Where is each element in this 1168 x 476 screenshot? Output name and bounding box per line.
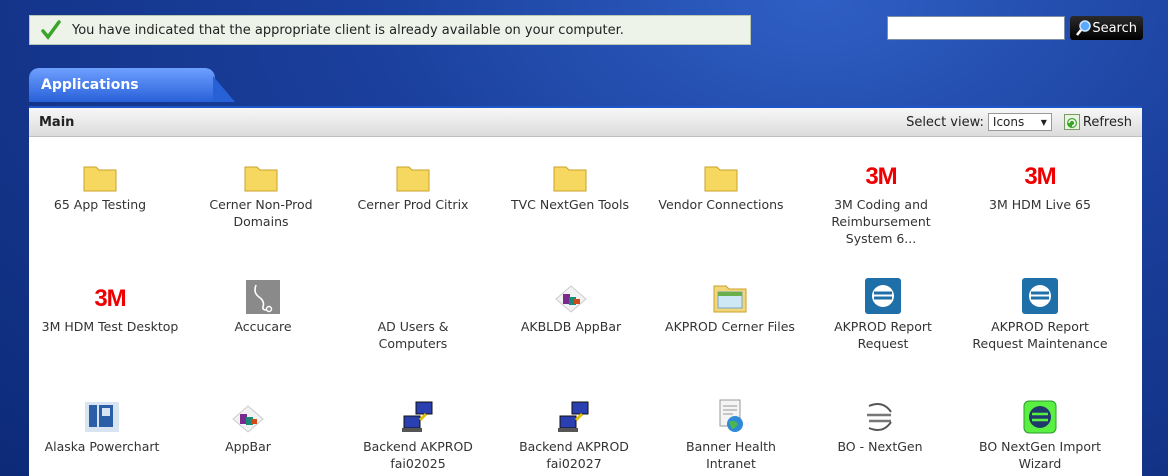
refresh-button[interactable]: Refresh bbox=[1063, 114, 1132, 130]
refresh-icon bbox=[1063, 114, 1080, 130]
select-view-dropdown[interactable]: Icons ▼ bbox=[987, 113, 1052, 131]
app-alaska-powerchart[interactable]: Alaska Powerchart bbox=[32, 398, 172, 455]
app-backend-akprod-fai02025[interactable]: Backend AKPROD fai02025 bbox=[348, 398, 488, 472]
network-computers-icon bbox=[558, 401, 589, 432]
panel-title: Main bbox=[39, 114, 75, 130]
app-cerner-non-prod-domains[interactable]: Cerner Non-Prod Domains bbox=[191, 156, 331, 230]
app-label: 3M Coding and Reimbursement System 6... bbox=[831, 197, 931, 246]
intranet-globe-icon bbox=[719, 399, 743, 432]
app-bo-nextgen-import-wizard[interactable]: BO NextGen Import Wizard bbox=[970, 398, 1110, 472]
report-icon bbox=[865, 278, 901, 314]
folder-icon bbox=[704, 166, 738, 192]
dropdown-arrow-icon: ▼ bbox=[1040, 117, 1047, 127]
search-button-label: Search bbox=[1092, 20, 1137, 36]
search-icon bbox=[1076, 20, 1091, 36]
app-3m-coding-reimbursement[interactable]: 3M 3M Coding and Reimbursement System 6.… bbox=[811, 156, 951, 247]
folder-icon bbox=[244, 166, 278, 192]
checkmark-icon bbox=[41, 20, 61, 40]
folder-icon bbox=[83, 166, 117, 192]
app-bo-nextgen[interactable]: BO - NextGen bbox=[810, 398, 950, 455]
bo-nextgen-icon bbox=[867, 403, 892, 431]
panel-toolbar: Main Select view: Icons ▼ Refresh bbox=[29, 108, 1142, 137]
app-label: Vendor Connections bbox=[658, 197, 784, 212]
app-label: Banner Health Intranet bbox=[686, 439, 776, 471]
app-label: AppBar bbox=[225, 439, 271, 454]
app-3m-hdm-live-65[interactable]: 3M 3M HDM Live 65 bbox=[970, 156, 1110, 213]
app-cerner-prod-citrix[interactable]: Cerner Prod Citrix bbox=[343, 156, 483, 213]
network-computers-icon bbox=[402, 401, 433, 432]
app-label: BO - NextGen bbox=[837, 439, 923, 454]
app-65-app-testing[interactable]: 65 App Testing bbox=[30, 156, 170, 213]
3m-logo-icon: 3M bbox=[1024, 163, 1056, 190]
app-label: 3M HDM Live 65 bbox=[989, 197, 1091, 212]
3m-logo-icon: 3M bbox=[94, 285, 126, 312]
folder-icon bbox=[553, 166, 587, 192]
search-input[interactable] bbox=[887, 16, 1065, 40]
app-akprod-report-request[interactable]: AKPROD Report Request bbox=[813, 278, 953, 352]
app-label: Cerner Prod Citrix bbox=[357, 197, 469, 212]
applications-panel: Main Select view: Icons ▼ Refresh 65 App… bbox=[29, 108, 1142, 476]
appbar-icon bbox=[232, 405, 264, 433]
app-label: Cerner Non-Prod Domains bbox=[209, 197, 313, 229]
app-tvc-nextgen-tools[interactable]: TVC NextGen Tools bbox=[500, 156, 640, 213]
app-akbldb-appbar[interactable]: AKBLDB AppBar bbox=[501, 278, 641, 335]
app-label: AKPROD Cerner Files bbox=[665, 319, 795, 334]
app-label: BO NextGen Import Wizard bbox=[978, 439, 1102, 471]
import-wizard-icon bbox=[1023, 400, 1057, 434]
app-label: TVC NextGen Tools bbox=[510, 197, 630, 212]
app-label: AKBLDB AppBar bbox=[520, 319, 622, 334]
app-label: Backend AKPROD fai02025 bbox=[363, 439, 473, 471]
tab-applications[interactable]: Applications bbox=[29, 68, 235, 102]
tab-strip: Applications bbox=[29, 68, 1142, 111]
app-banner-health-intranet[interactable]: Banner Health Intranet bbox=[661, 398, 801, 472]
app-label: AD Users & Computers bbox=[377, 319, 449, 351]
file-explorer-icon bbox=[713, 285, 747, 313]
tab-label: Applications bbox=[41, 77, 139, 93]
app-label: AKPROD Report Request bbox=[834, 319, 932, 351]
folder-icon bbox=[396, 166, 430, 192]
app-vendor-connections[interactable]: Vendor Connections bbox=[651, 156, 791, 213]
app-accucare[interactable]: Accucare bbox=[193, 278, 333, 335]
app-akprod-cerner-files[interactable]: AKPROD Cerner Files bbox=[660, 278, 800, 335]
notice-text: You have indicated that the appropriate … bbox=[72, 22, 624, 38]
app-label: 3M HDM Test Desktop bbox=[41, 319, 179, 334]
report-icon bbox=[1022, 278, 1058, 314]
3m-logo-icon: 3M bbox=[865, 163, 897, 190]
stethoscope-icon bbox=[246, 280, 280, 314]
app-label: Backend AKPROD fai02027 bbox=[519, 439, 629, 471]
select-view-value: Icons bbox=[992, 115, 1025, 129]
app-ad-users-computers[interactable]: AD Users & Computers bbox=[343, 278, 483, 352]
client-available-notice: You have indicated that the appropriate … bbox=[29, 15, 751, 45]
app-backend-akprod-fai02027[interactable]: Backend AKPROD fai02027 bbox=[504, 398, 644, 472]
app-3m-hdm-test-desktop[interactable]: 3M 3M HDM Test Desktop bbox=[40, 278, 180, 335]
search-button[interactable]: Search bbox=[1070, 16, 1143, 40]
app-label: Accucare bbox=[234, 319, 292, 334]
select-view-label: Select view: bbox=[906, 114, 984, 130]
app-label: 65 App Testing bbox=[53, 197, 147, 212]
appbar-icon bbox=[555, 285, 587, 313]
app-appbar[interactable]: AppBar bbox=[178, 398, 318, 455]
app-label: Alaska Powerchart bbox=[44, 439, 160, 454]
powerchart-icon bbox=[85, 402, 119, 432]
app-akprod-report-request-maintenance[interactable]: AKPROD Report Request Maintenance bbox=[970, 278, 1110, 352]
refresh-label: Refresh bbox=[1082, 114, 1132, 130]
app-label: AKPROD Report Request Maintenance bbox=[972, 319, 1108, 351]
